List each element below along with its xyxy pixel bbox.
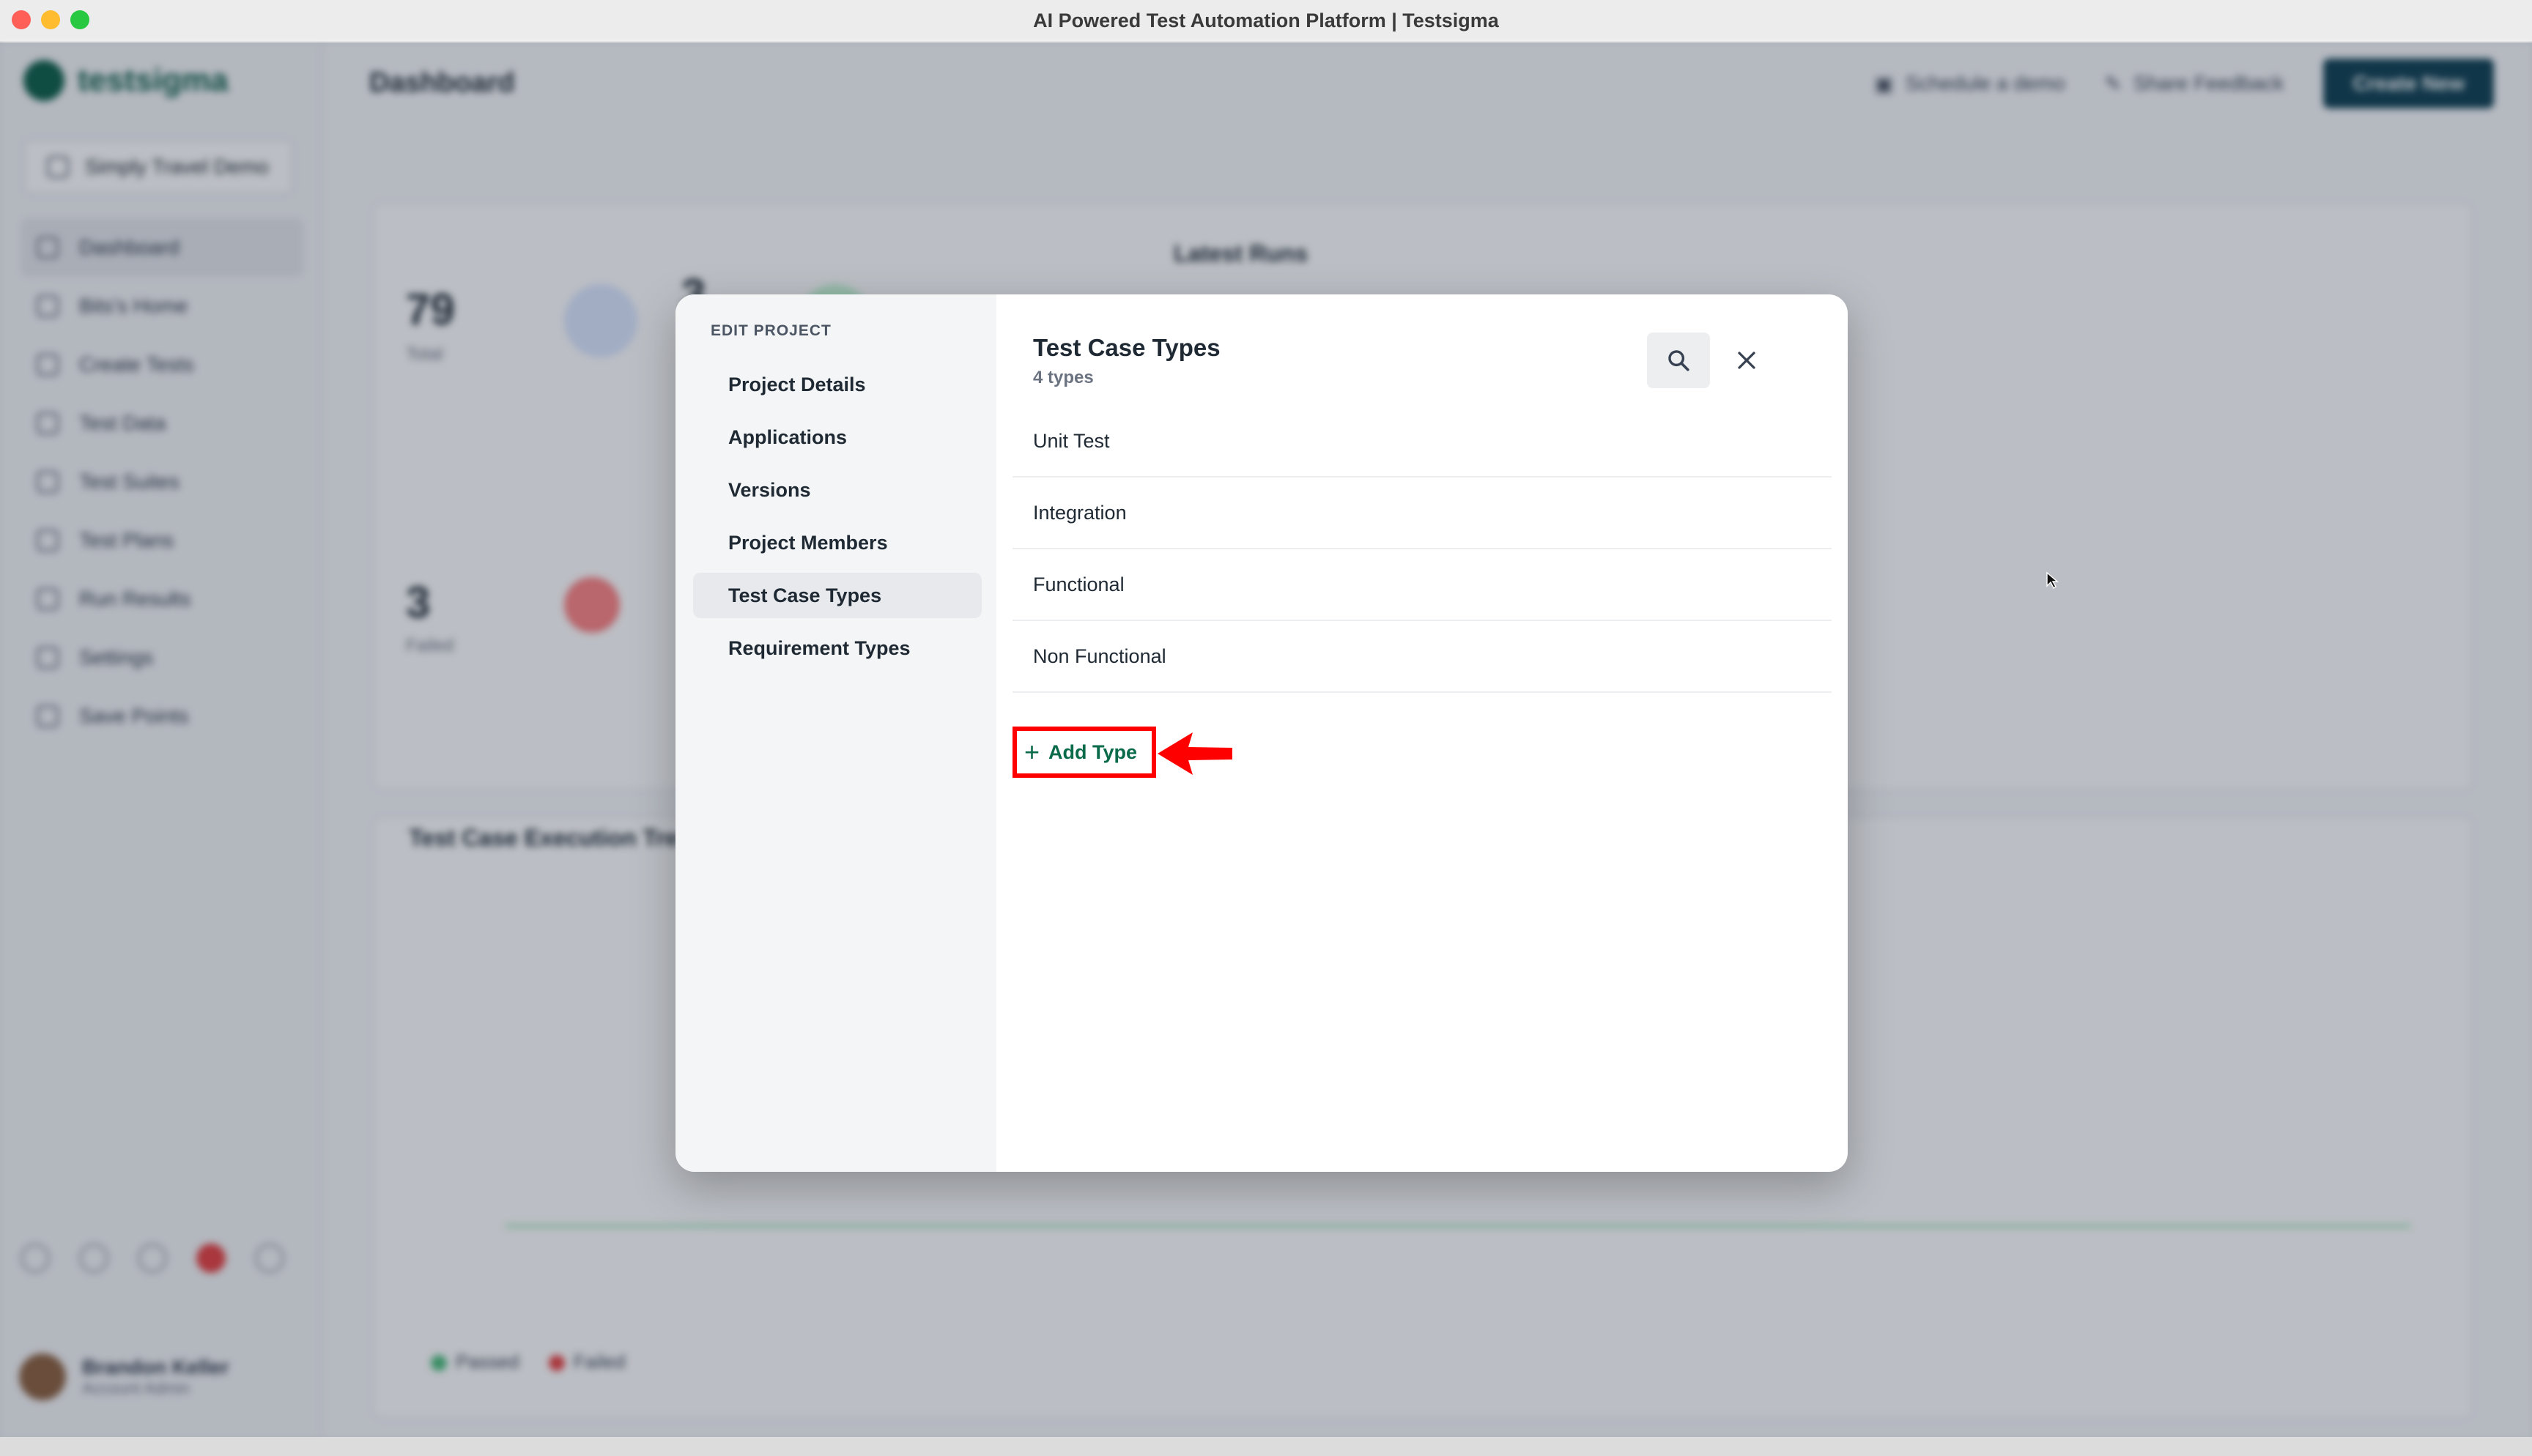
add-type-button[interactable]: + Add Type — [1013, 727, 1156, 778]
close-icon — [1738, 352, 1755, 369]
minimize-window-button[interactable] — [41, 10, 60, 29]
list-item[interactable]: Integration — [1013, 478, 1832, 549]
modal-nav: Project Details Applications Versions Pr… — [693, 362, 982, 678]
modal-section-title: EDIT PROJECT — [711, 322, 832, 339]
search-icon — [1668, 350, 1689, 371]
window-bottom-edge — [0, 1437, 2532, 1456]
modal-nav-test-case-types[interactable]: Test Case Types — [693, 573, 982, 618]
modal-content: Test Case Types 4 types Unit Test Integr… — [996, 294, 1848, 1172]
add-type-label: Add Type — [1048, 740, 1138, 763]
edit-project-modal: EDIT PROJECT Project Details Application… — [675, 294, 1848, 1172]
mouse-cursor-icon — [2046, 571, 2059, 589]
plus-icon: + — [1024, 737, 1040, 767]
window-titlebar: AI Powered Test Automation Platform | Te… — [0, 0, 2532, 42]
window-title: AI Powered Test Automation Platform | Te… — [1033, 9, 1499, 31]
search-button[interactable] — [1647, 333, 1710, 388]
list-item[interactable]: Unit Test — [1013, 406, 1832, 478]
modal-nav-applications[interactable]: Applications — [693, 415, 982, 460]
modal-nav-project-details[interactable]: Project Details — [693, 362, 982, 407]
type-count: 4 types — [1033, 368, 1094, 387]
list-item[interactable]: Non Functional — [1013, 621, 1832, 693]
annotation-arrow-icon — [1158, 732, 1232, 775]
modal-nav-versions[interactable]: Versions — [693, 467, 982, 513]
modal-nav-requirement-types[interactable]: Requirement Types — [693, 625, 982, 671]
window-controls — [12, 10, 89, 29]
modal-nav-project-members[interactable]: Project Members — [693, 520, 982, 565]
zoom-window-button[interactable] — [70, 10, 89, 29]
list-item[interactable]: Functional — [1013, 549, 1832, 621]
close-window-button[interactable] — [12, 10, 31, 29]
close-button[interactable] — [1723, 337, 1770, 384]
modal-title: Test Case Types — [1033, 334, 1221, 361]
type-list: Unit Test Integration Functional Non Fun… — [1013, 406, 1832, 693]
modal-sidebar: EDIT PROJECT Project Details Application… — [675, 294, 996, 1172]
